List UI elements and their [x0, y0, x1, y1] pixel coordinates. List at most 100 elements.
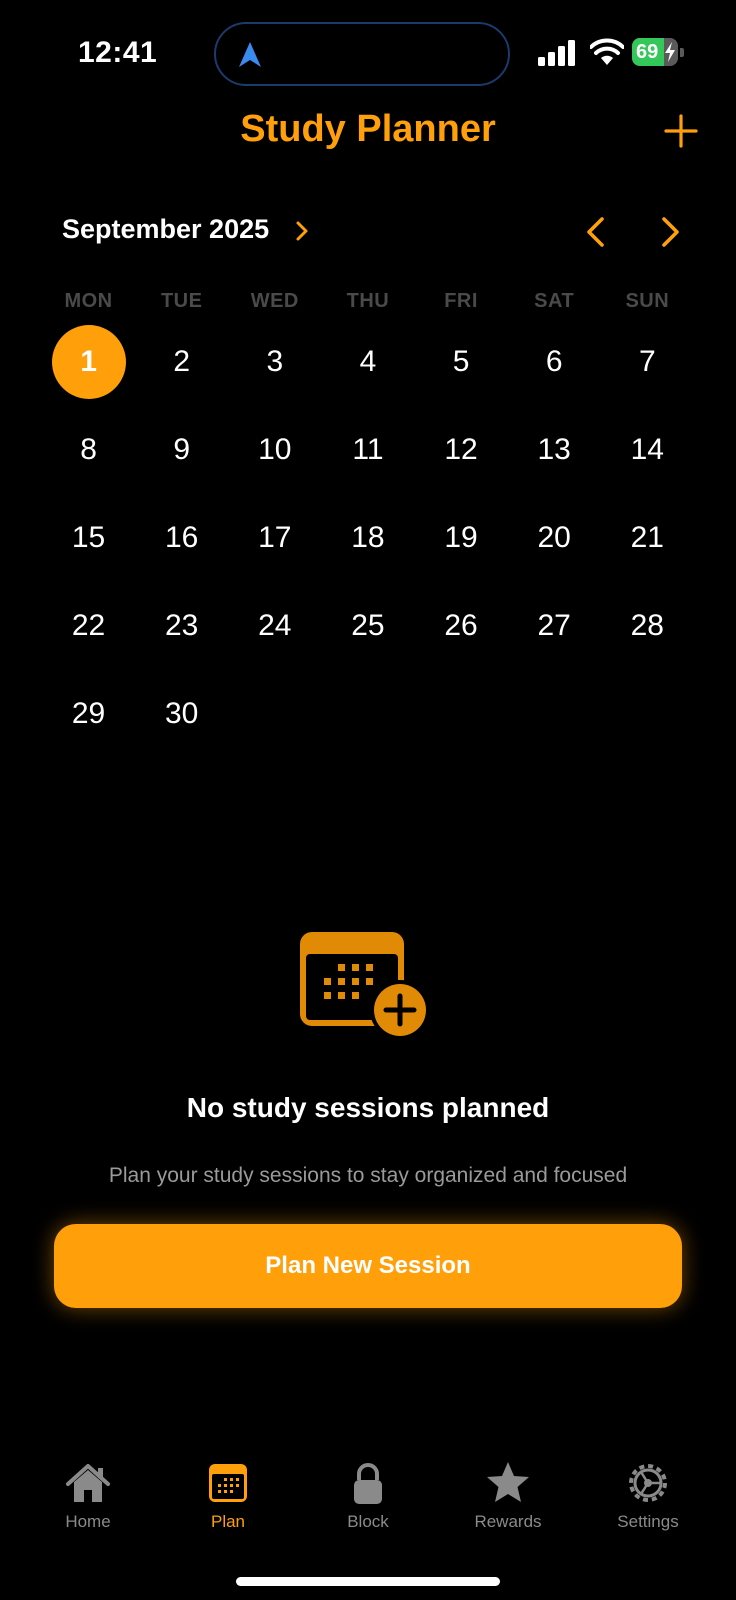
tab-label: Block [347, 1512, 389, 1531]
star-icon [487, 1462, 529, 1502]
tab-label: Home [65, 1512, 111, 1531]
location-arrow-icon [239, 42, 261, 67]
day-number[interactable]: 13 [517, 413, 591, 487]
calendar-day[interactable]: 10 [228, 406, 321, 494]
day-number[interactable]: 7 [610, 325, 684, 399]
weekday-header: MON TUE WED THU FRI SAT SUN [42, 290, 694, 313]
weekday-label: SAT [534, 290, 575, 312]
day-number[interactable]: 26 [424, 589, 498, 663]
gear-icon [629, 1464, 667, 1502]
wifi-icon [590, 38, 624, 65]
calendar-day[interactable]: 2 [135, 318, 228, 406]
calendar-day[interactable]: 4 [321, 318, 414, 406]
page-title: Study Planner [240, 108, 496, 150]
tab-settings[interactable]: Settings [588, 1460, 708, 1570]
calendar-day[interactable]: 11 [321, 406, 414, 494]
day-number[interactable]: 17 [238, 501, 312, 575]
day-number[interactable]: 6 [517, 325, 591, 399]
weekday-label: FRI [444, 290, 478, 312]
weekday-label: TUE [160, 290, 203, 312]
calendar-day[interactable]: 8 [42, 406, 135, 494]
day-number[interactable]: 23 [145, 589, 219, 663]
day-number[interactable]: 12 [424, 413, 498, 487]
calendar-day[interactable]: 28 [601, 582, 694, 670]
month-label[interactable]: September 2025 [62, 214, 269, 245]
calendar-day[interactable]: 6 [508, 318, 601, 406]
day-number[interactable]: 25 [331, 589, 405, 663]
calendar-grid: 1 2 3 4 5 6 7 8 9 10 11 12 13 14 15 16 1… [42, 318, 694, 758]
chevron-right-icon[interactable] [660, 216, 682, 248]
weekday-label: MON [64, 290, 113, 312]
calendar-day[interactable]: 14 [601, 406, 694, 494]
day-number[interactable]: 21 [610, 501, 684, 575]
plan-new-session-button[interactable]: Plan New Session [54, 1224, 682, 1308]
calendar-day[interactable]: 18 [321, 494, 414, 582]
calendar-day-selected[interactable]: 1 [42, 318, 135, 406]
calendar-day[interactable]: 15 [42, 494, 135, 582]
calendar-day[interactable]: 19 [415, 494, 508, 582]
cellular-signal-icon [538, 40, 575, 66]
calendar-day[interactable]: 29 [42, 670, 135, 758]
tab-label: Plan [210, 1512, 246, 1531]
day-number[interactable]: 4 [331, 325, 405, 399]
calendar-day[interactable]: 22 [42, 582, 135, 670]
bolt-icon [665, 42, 675, 62]
tab-home[interactable]: Home [28, 1460, 148, 1570]
calendar-day[interactable]: 13 [508, 406, 601, 494]
day-number[interactable]: 5 [424, 325, 498, 399]
calendar-day[interactable]: 16 [135, 494, 228, 582]
calendar-day[interactable]: 12 [415, 406, 508, 494]
calendar-day[interactable]: 26 [415, 582, 508, 670]
calendar-day[interactable]: 3 [228, 318, 321, 406]
weekday-label: WED [250, 290, 299, 312]
day-number[interactable]: 11 [331, 413, 405, 487]
day-number[interactable]: 8 [52, 413, 126, 487]
day-number[interactable]: 22 [52, 589, 126, 663]
chevron-right-small-icon[interactable] [295, 220, 309, 242]
calendar-day[interactable]: 23 [135, 582, 228, 670]
weekday-label: THU [346, 290, 390, 312]
calendar-day[interactable]: 7 [601, 318, 694, 406]
empty-state-title: No study sessions planned [186, 1092, 550, 1123]
day-number[interactable]: 28 [610, 589, 684, 663]
day-number[interactable]: 3 [238, 325, 312, 399]
home-indicator[interactable] [236, 1577, 500, 1586]
lock-icon [354, 1463, 382, 1504]
calendar-day[interactable]: 21 [601, 494, 694, 582]
day-number[interactable]: 24 [238, 589, 312, 663]
day-number[interactable]: 29 [52, 677, 126, 751]
day-number[interactable]: 30 [145, 677, 219, 751]
calendar-day[interactable]: 27 [508, 582, 601, 670]
day-number[interactable]: 16 [145, 501, 219, 575]
tab-rewards[interactable]: Rewards [448, 1460, 568, 1570]
day-number[interactable]: 19 [424, 501, 498, 575]
tab-plan[interactable]: Plan [168, 1460, 288, 1570]
tab-bar: Home Plan Block Rewards Settings [0, 1460, 736, 1570]
calendar-day[interactable]: 20 [508, 494, 601, 582]
day-number[interactable]: 9 [145, 413, 219, 487]
status-bar: 12:41 69 [0, 0, 736, 100]
calendar-day[interactable]: 17 [228, 494, 321, 582]
day-number[interactable]: 18 [331, 501, 405, 575]
calendar-day[interactable]: 30 [135, 670, 228, 758]
day-number[interactable]: 15 [52, 501, 126, 575]
empty-state-subtitle: Plan your study sessions to stay organiz… [108, 1164, 628, 1187]
chevron-left-icon[interactable] [584, 216, 606, 248]
day-number[interactable]: 1 [51, 325, 126, 399]
home-icon [66, 1464, 110, 1502]
calendar-day[interactable]: 9 [135, 406, 228, 494]
weekday-label: SUN [625, 290, 670, 312]
tab-block[interactable]: Block [308, 1460, 428, 1570]
day-number[interactable]: 20 [517, 501, 591, 575]
battery-cap [680, 48, 684, 57]
day-number[interactable]: 14 [610, 413, 684, 487]
day-number[interactable]: 2 [145, 325, 219, 399]
calendar-day[interactable]: 24 [228, 582, 321, 670]
day-number[interactable]: 27 [517, 589, 591, 663]
calendar-day[interactable]: 25 [321, 582, 414, 670]
day-number[interactable]: 10 [238, 413, 312, 487]
calendar-add-icon [300, 932, 430, 1040]
status-time: 12:41 [78, 36, 158, 69]
plus-icon[interactable] [664, 114, 698, 148]
calendar-day[interactable]: 5 [415, 318, 508, 406]
